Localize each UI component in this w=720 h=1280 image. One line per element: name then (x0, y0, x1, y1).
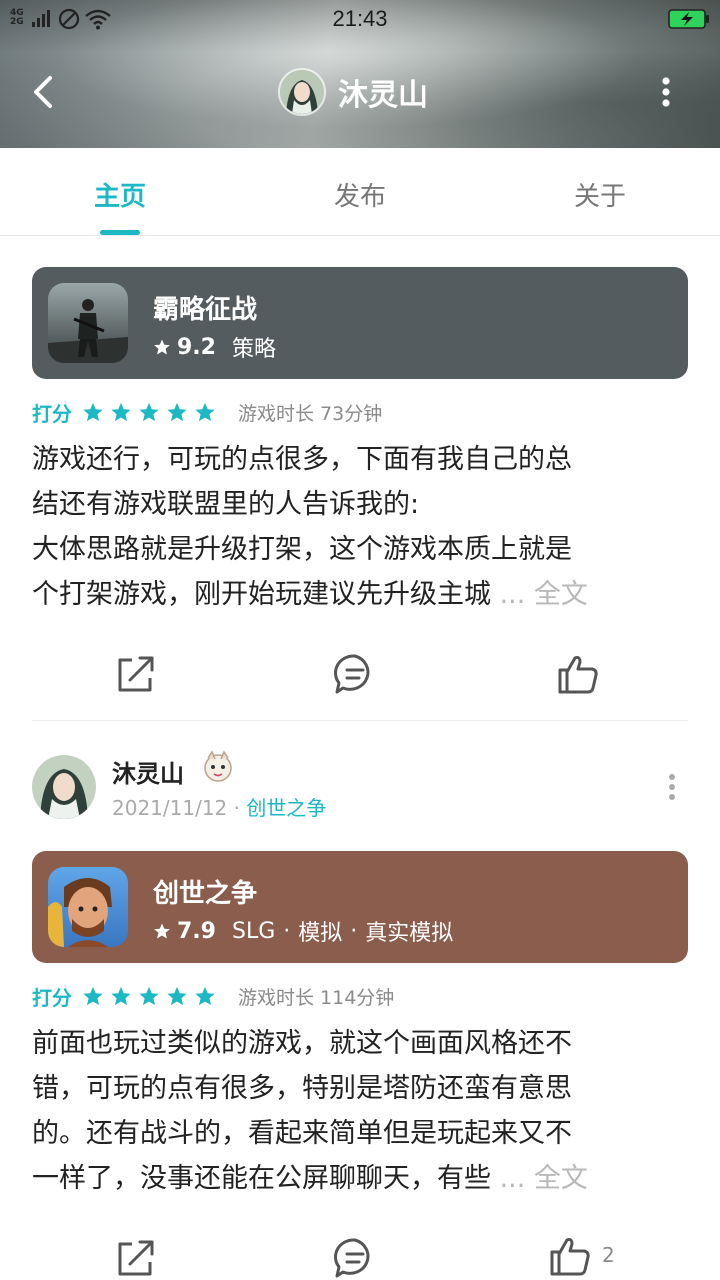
post-more-icon[interactable] (660, 770, 684, 806)
clock: 21:43 (332, 6, 388, 31)
tab-publish[interactable]: 发布 (300, 176, 420, 213)
star-icon (111, 986, 131, 1006)
back-button[interactable] (24, 72, 64, 112)
avatar[interactable] (278, 68, 326, 116)
tab-about[interactable]: 关于 (540, 176, 660, 213)
game-meta: 7.9 SLG · 模拟 · 真实模拟 (153, 915, 453, 947)
star-icon (154, 923, 170, 939)
like-icon[interactable] (556, 652, 600, 696)
more-options-icon[interactable] (652, 74, 680, 114)
tag-separator: · (283, 918, 291, 944)
star-icon (139, 986, 159, 1006)
review-line: 错，可玩的点有很多，特别是塔防还蛮有意思 (32, 1073, 572, 1104)
status-bar: 4G 2G 21:43 (0, 0, 720, 40)
user-badge-icon (204, 750, 232, 782)
game-icon (48, 867, 128, 947)
tab-indicator (100, 230, 140, 235)
tab-home[interactable]: 主页 (60, 176, 180, 213)
comment-icon[interactable] (333, 1236, 377, 1280)
star-icon (167, 986, 187, 1006)
post-game-link[interactable]: 创世之争 (246, 796, 326, 820)
like-count: 2 (602, 1243, 615, 1267)
game-tag: 策略 (231, 337, 276, 362)
review-line: 一样了，没事还能在公屏聊聊天，有些 ... 全文 (32, 1163, 588, 1194)
game-card[interactable]: 霸略征战 9.2 策略 (32, 267, 688, 379)
post-meta: 2021/11/12 · 创世之争 (112, 792, 326, 821)
profile-header: 4G 2G 21:43 沐灵山 (0, 0, 720, 148)
rating-row: 打分 游戏时长 73分钟 (32, 397, 382, 427)
comment-icon[interactable] (333, 652, 377, 696)
game-name: 霸略征战 (153, 295, 258, 325)
game-score: 7.9 (177, 918, 216, 944)
game-score: 9.2 (177, 334, 216, 360)
page-title: 沐灵山 (338, 78, 428, 113)
review-line: 个打架游戏，刚开始玩建议先升级主城 ... 全文 (32, 579, 588, 610)
review-text[interactable]: 游戏还行，可玩的点很多，下面有我自己的总 结还有游戏联盟里的人告诉我的: 大体思… (32, 437, 682, 617)
read-more-link[interactable]: ... 全文 (500, 579, 588, 610)
star-icon (154, 339, 170, 355)
author-avatar[interactable] (32, 755, 96, 819)
rating-label: 打分 (32, 401, 72, 426)
tag-separator: · (350, 918, 358, 944)
like-icon[interactable] (548, 1234, 592, 1278)
review-line: 大体思路就是升级打架，这个游戏本质上就是 (32, 534, 572, 565)
game-meta: 9.2 策略 (153, 331, 276, 363)
profile-title: 沐灵山 (278, 68, 428, 116)
read-more-link[interactable]: ... 全文 (500, 1163, 588, 1194)
game-tag: 真实模拟 (365, 921, 454, 946)
game-card[interactable]: 创世之争 7.9 SLG · 模拟 · 真实模拟 (32, 851, 688, 963)
post-divider (32, 720, 688, 721)
star-icon (111, 402, 131, 422)
review-line: 结还有游戏联盟里的人告诉我的: (32, 489, 420, 520)
review-line: 游戏还行，可玩的点很多，下面有我自己的总 (32, 444, 572, 475)
game-tag: SLG (231, 918, 276, 944)
star-icon (195, 986, 215, 1006)
star-icon (83, 986, 103, 1006)
tab-bar: 主页 发布 关于 (0, 148, 720, 236)
playtime: 游戏时长 114分钟 (238, 986, 395, 1009)
star-icon (139, 402, 159, 422)
rating-label: 打分 (32, 985, 72, 1010)
share-icon[interactable] (114, 1236, 158, 1280)
game-name: 创世之争 (153, 879, 258, 909)
review-line: 前面也玩过类似的游戏，就这个画面风格还不 (32, 1028, 572, 1059)
game-icon (48, 283, 128, 363)
rating-stars (82, 985, 222, 1007)
review-line: 的。还有战斗的，看起来简单但是玩起来又不 (32, 1118, 572, 1149)
post-date: 2021/11/12 (112, 796, 228, 820)
game-tag: 模拟 (298, 921, 343, 946)
meta-separator: · (233, 796, 240, 820)
rating-stars (82, 401, 222, 423)
battery-charging-icon (668, 9, 709, 29)
star-icon (167, 402, 187, 422)
rating-row: 打分 游戏时长 114分钟 (32, 981, 394, 1011)
star-icon (195, 402, 215, 422)
star-icon (83, 402, 103, 422)
playtime: 游戏时长 73分钟 (238, 402, 383, 425)
author-name[interactable]: 沐灵山 (112, 754, 184, 789)
review-text[interactable]: 前面也玩过类似的游戏，就这个画面风格还不 错，可玩的点有很多，特别是塔防还蛮有意… (32, 1021, 682, 1201)
share-icon[interactable] (114, 652, 158, 696)
